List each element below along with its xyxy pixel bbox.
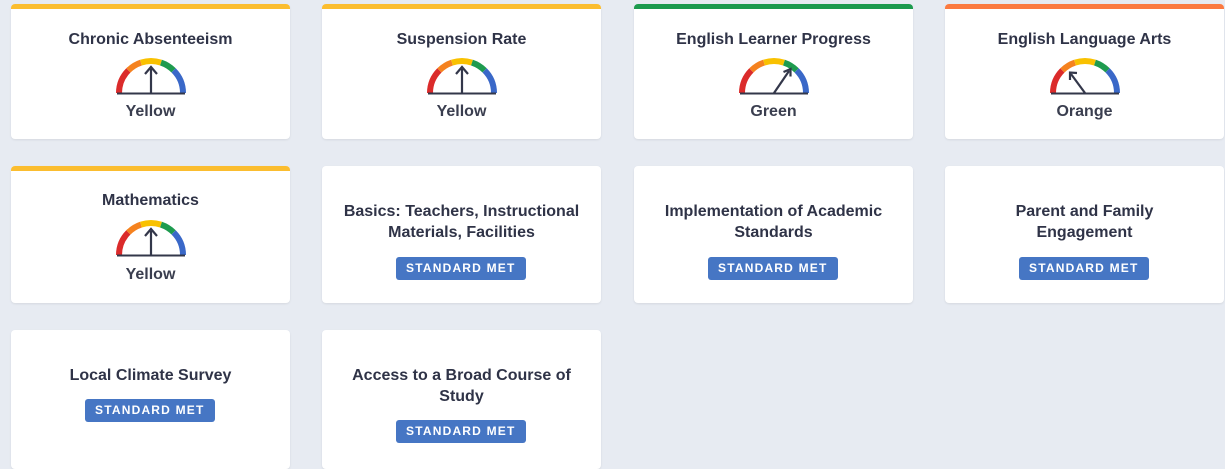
status-label: Yellow [125, 103, 176, 120]
indicator-card-local-climate-survey[interactable]: Local Climate Survey STANDARD MET [11, 330, 290, 469]
card-title: Parent and Family Engagement [1015, 203, 1154, 241]
card-title: English Learner Progress [676, 31, 871, 48]
gauge-yellow-icon [427, 58, 497, 95]
status-color-bar [11, 166, 290, 171]
status-label: Green [750, 103, 797, 120]
indicator-card-chronic-absenteeism[interactable]: Chronic Absenteeism Yellow [11, 4, 290, 139]
indicator-card-access-to-broad-course-of-study[interactable]: Access to a Broad Course of Study STANDA… [322, 330, 601, 469]
indicator-card-implementation-of-academic-standards[interactable]: Implementation of Academic Standards STA… [634, 166, 913, 303]
status-color-bar [11, 4, 290, 9]
card-title: English Language Arts [997, 31, 1172, 48]
status-color-bar [634, 4, 913, 9]
gauge-orange-icon [1050, 58, 1120, 95]
standard-met-badge: STANDARD MET [708, 257, 838, 280]
card-title: Implementation of Academic Standards [664, 203, 883, 241]
standard-met-badge: STANDARD MET [85, 399, 215, 422]
indicator-card-basics[interactable]: Basics: Teachers, Instructional Material… [322, 166, 601, 303]
status-label: Yellow [125, 266, 176, 283]
indicator-card-suspension-rate[interactable]: Suspension Rate Yellow [322, 4, 601, 139]
card-title: Mathematics [102, 192, 199, 209]
card-title: Access to a Broad Course of Study [352, 367, 571, 405]
card-title: Local Climate Survey [69, 367, 232, 384]
status-color-bar [322, 4, 601, 9]
standard-met-badge: STANDARD MET [1019, 257, 1149, 280]
card-title: Basics: Teachers, Instructional Material… [343, 203, 580, 241]
status-color-bar [945, 4, 1224, 9]
card-title: Chronic Absenteeism [68, 31, 233, 48]
card-title: Suspension Rate [396, 31, 527, 48]
standard-met-badge: STANDARD MET [396, 420, 526, 443]
gauge-yellow-icon [116, 220, 186, 257]
status-label: Orange [1056, 103, 1113, 120]
indicator-card-mathematics[interactable]: Mathematics Yellow [11, 166, 290, 303]
status-label: Yellow [436, 103, 487, 120]
indicator-card-english-learner-progress[interactable]: English Learner Progress Green [634, 4, 913, 139]
gauge-green-icon [739, 58, 809, 95]
standard-met-badge: STANDARD MET [396, 257, 526, 280]
indicator-card-english-language-arts[interactable]: English Language Arts Orange [945, 4, 1224, 139]
gauge-yellow-icon [116, 58, 186, 95]
indicator-card-parent-and-family-engagement[interactable]: Parent and Family Engagement STANDARD ME… [945, 166, 1224, 303]
